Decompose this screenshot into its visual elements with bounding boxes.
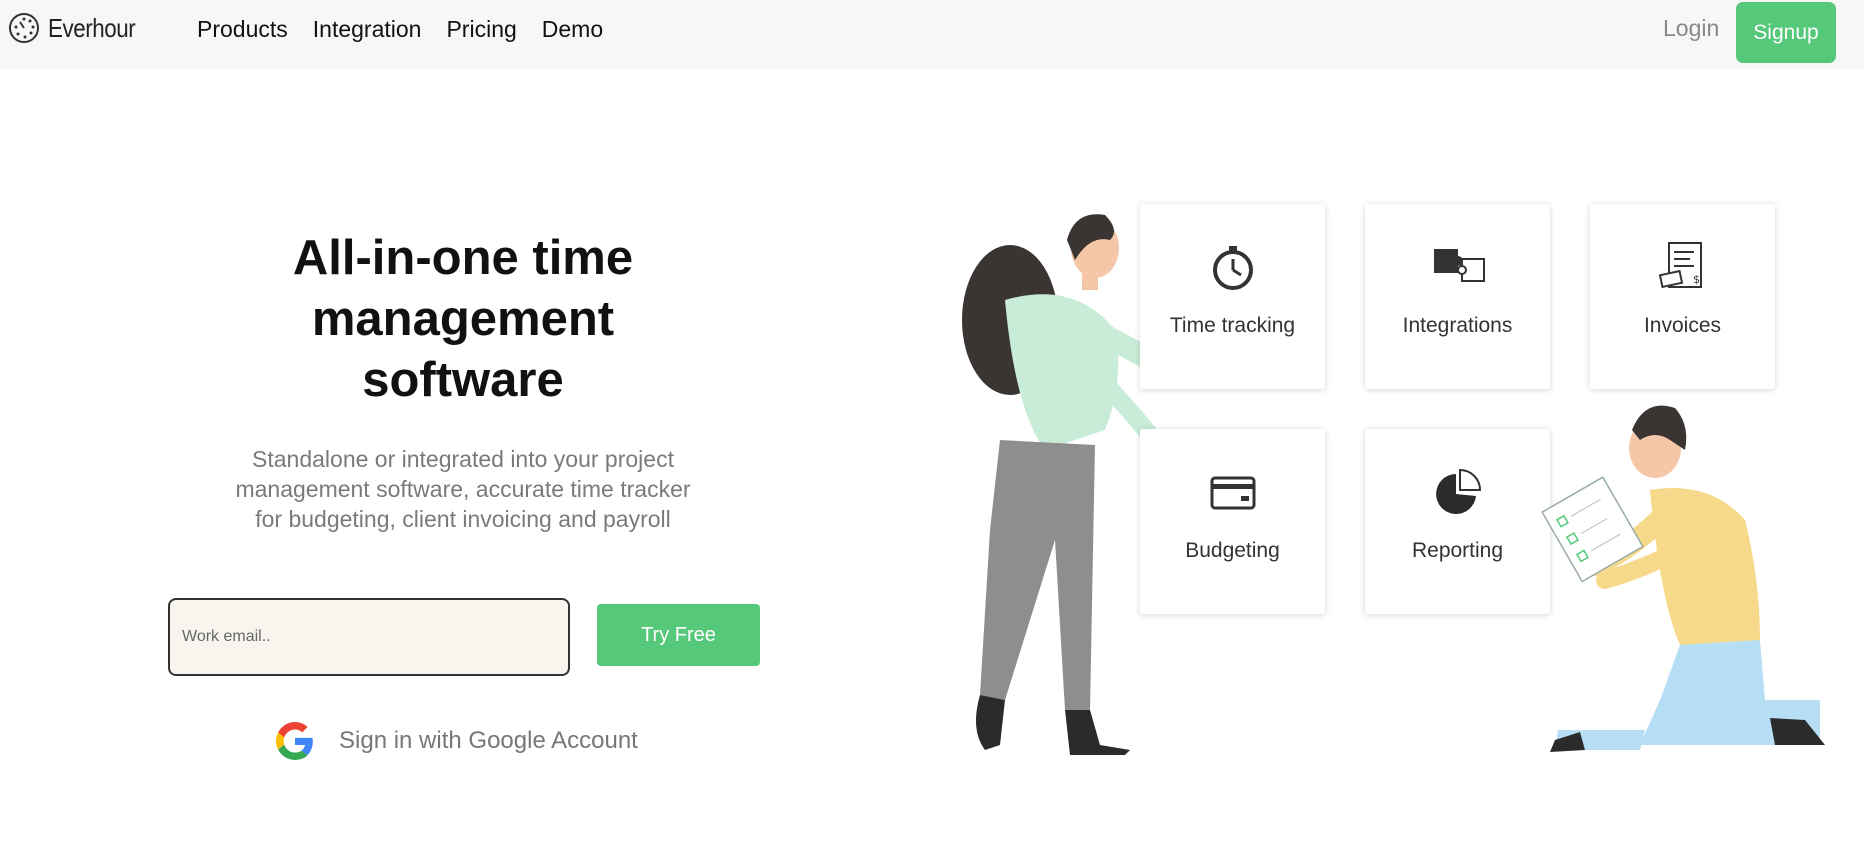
puzzle-icon bbox=[1433, 249, 1485, 282]
main-nav: Products Integration Pricing Demo bbox=[197, 14, 603, 44]
hero-title-line: All-in-one time bbox=[292, 231, 634, 285]
nav-pricing[interactable]: Pricing bbox=[446, 14, 516, 44]
google-icon bbox=[276, 722, 313, 760]
nav-integration[interactable]: Integration bbox=[313, 14, 422, 44]
feature-label: Invoices bbox=[1643, 314, 1722, 337]
svg-text:$: $ bbox=[1693, 273, 1700, 286]
hero-subtitle: Standalone or integrated into your proje… bbox=[193, 444, 733, 534]
man-illustration bbox=[1541, 405, 1825, 752]
top-navigation-bar: Everhour Products Integration Pricing De… bbox=[0, 0, 1864, 69]
hero-title: All-in-one time management software bbox=[213, 228, 713, 411]
hero-subtitle-line: Standalone or integrated into your proje… bbox=[252, 446, 674, 472]
invoice-icon: $ bbox=[1658, 242, 1702, 289]
nav-products[interactable]: Products bbox=[197, 14, 288, 44]
feature-card-budgeting[interactable]: Budgeting bbox=[1140, 429, 1325, 614]
login-link[interactable]: Login bbox=[1663, 13, 1719, 43]
try-free-button[interactable]: Try Free bbox=[597, 604, 760, 666]
clock-logo-icon bbox=[9, 13, 39, 43]
logo-text: Everhour bbox=[48, 12, 136, 43]
nav-demo[interactable]: Demo bbox=[542, 14, 603, 44]
signup-button[interactable]: Signup bbox=[1736, 2, 1836, 63]
hero-subtitle-line: management software, accurate time track… bbox=[235, 476, 691, 502]
google-signin[interactable]: Sign in with Google Account bbox=[276, 722, 638, 760]
stopwatch-icon bbox=[1212, 246, 1253, 290]
email-field-wrapper bbox=[168, 598, 570, 676]
email-field[interactable] bbox=[170, 600, 568, 674]
hero-subtitle-line: for budgeting, client invoicing and payr… bbox=[255, 506, 671, 532]
google-signin-label: Sign in with Google Account bbox=[339, 727, 638, 754]
everhour-logo[interactable]: Everhour bbox=[8, 6, 150, 50]
feature-label: Budgeting bbox=[1185, 539, 1280, 562]
feature-card-integrations[interactable]: Integrations bbox=[1365, 204, 1550, 389]
feature-card-time-tracking[interactable]: Time tracking bbox=[1140, 204, 1325, 389]
card-icon bbox=[1210, 476, 1255, 510]
hero-title-line: software bbox=[362, 353, 564, 407]
feature-card-invoices[interactable]: $ Invoices bbox=[1590, 204, 1775, 389]
feature-label: Integrations bbox=[1402, 314, 1513, 337]
hero-title-line: management bbox=[311, 292, 615, 346]
pie-chart-icon bbox=[1435, 468, 1481, 514]
feature-label: Time tracking bbox=[1169, 314, 1296, 337]
